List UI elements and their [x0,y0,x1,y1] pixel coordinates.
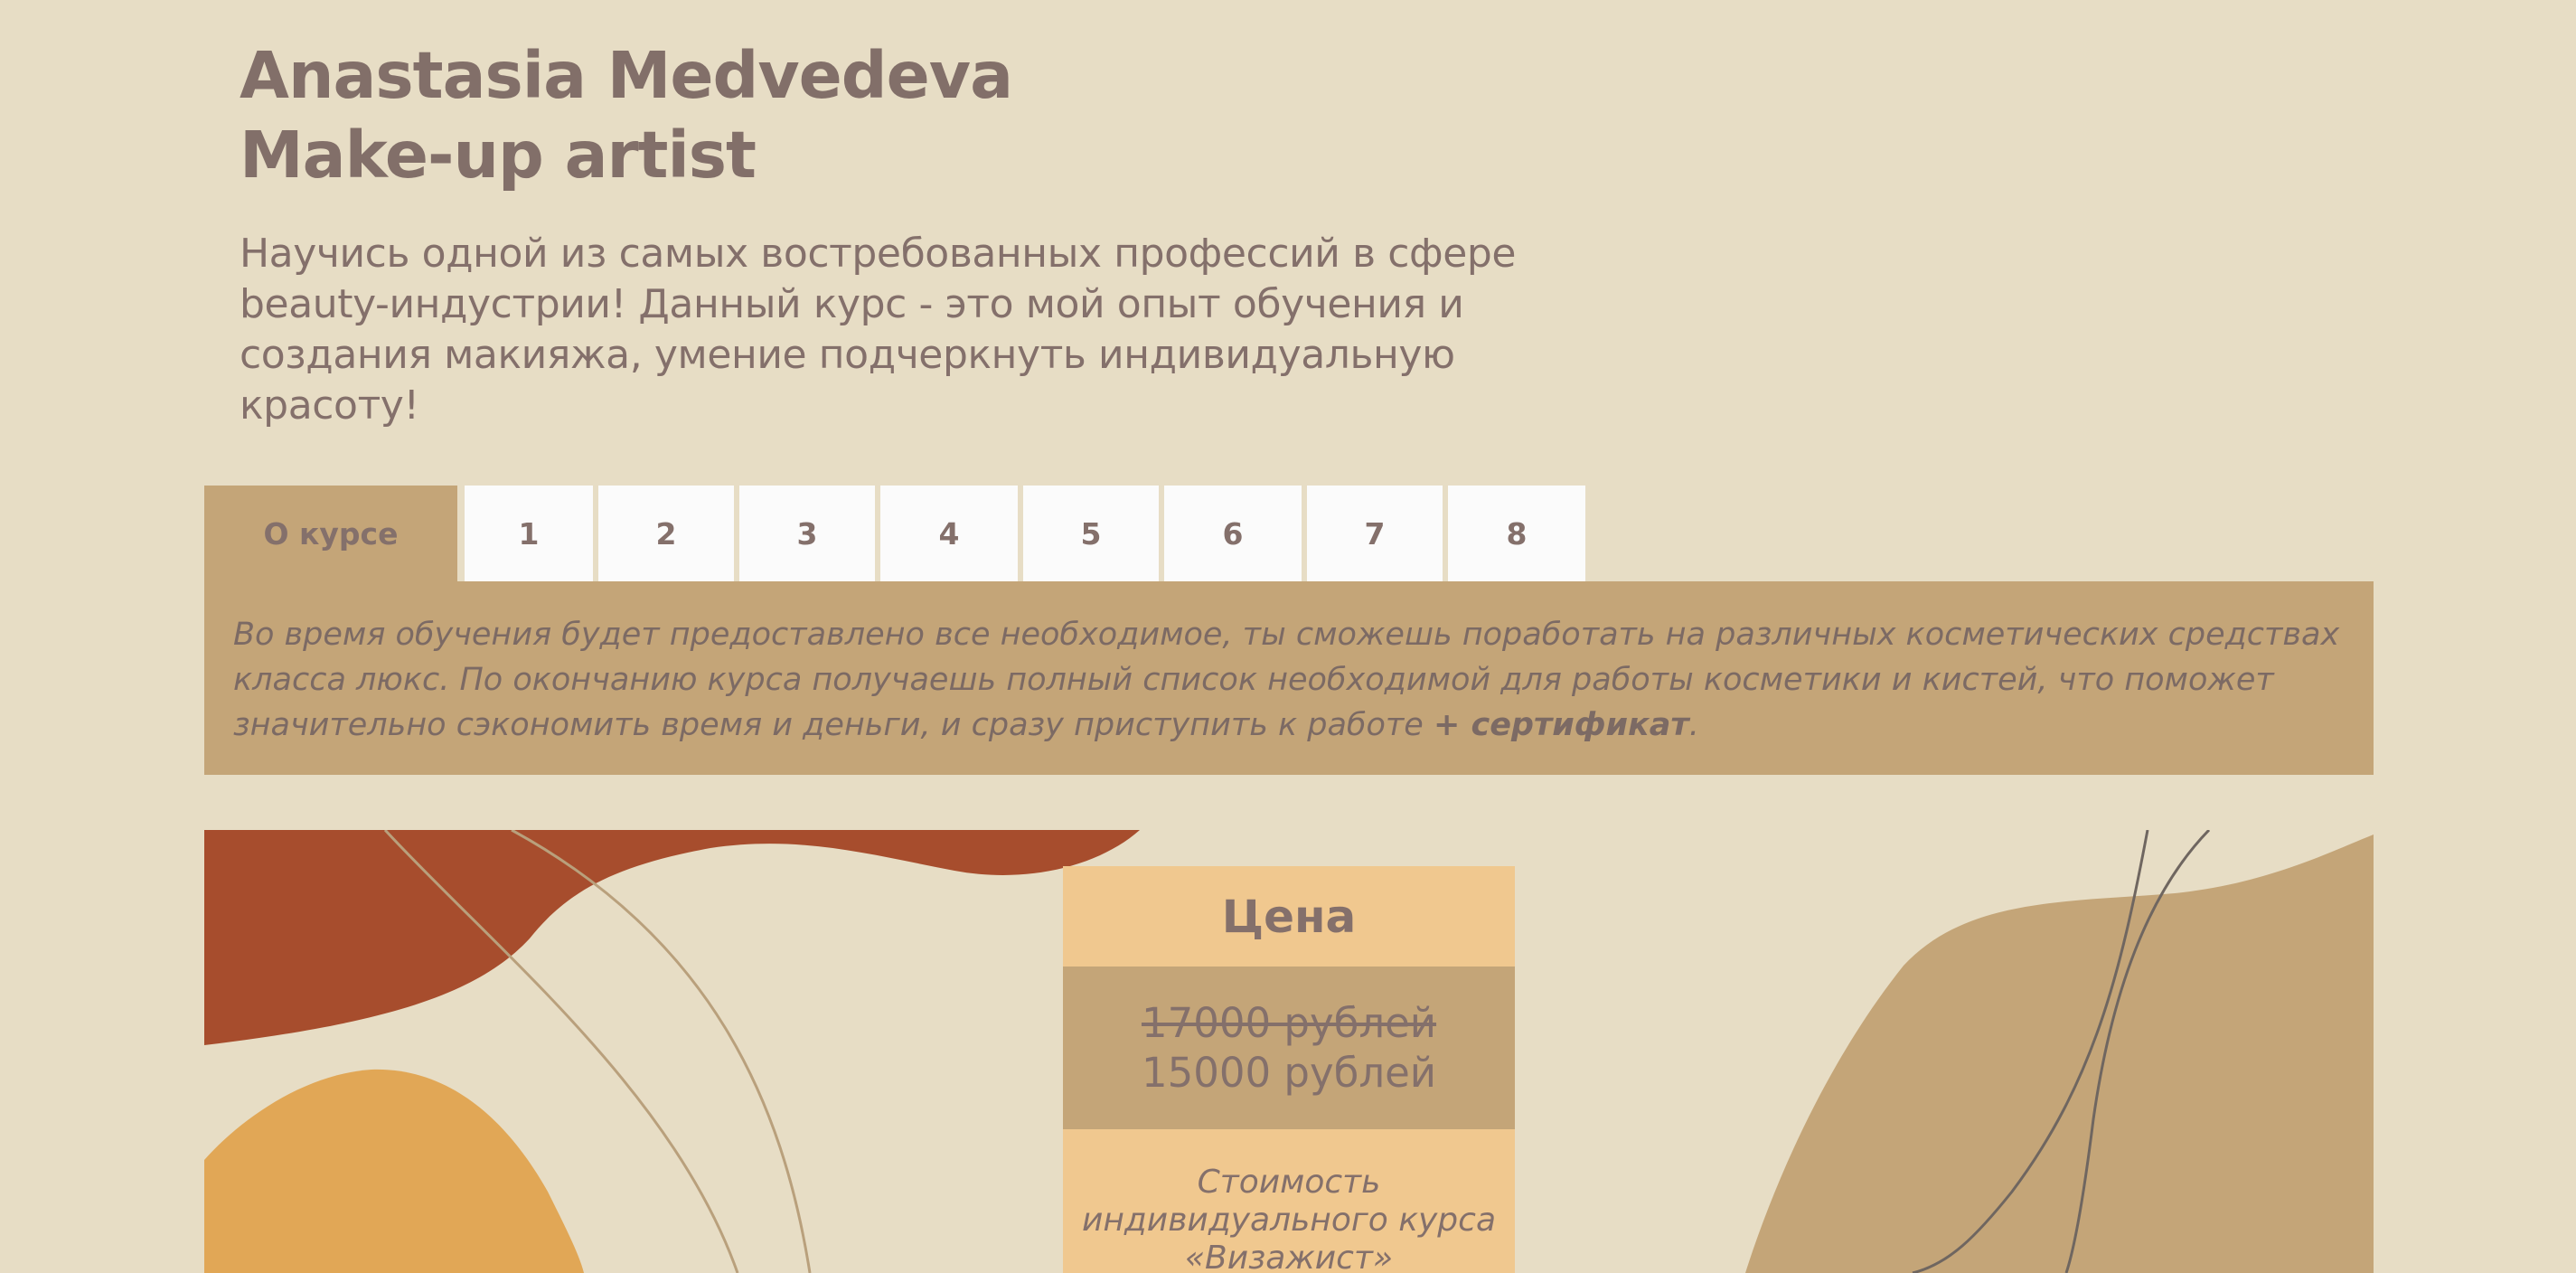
page-title: Anastasia Medvedeva Make-up artist [240,36,1013,195]
price-note-line1: Стоимость [1197,1164,1381,1201]
price-values: 17000 рублей 15000 рублей [1063,967,1515,1129]
new-price: 15000 рублей [1141,1049,1437,1097]
tab-4[interactable]: 4 [880,486,1018,581]
tab-about[interactable]: О курсе [204,486,457,581]
price-card: Цена 17000 рублей 15000 рублей Стоимость… [1063,866,1515,1273]
title-role: Make-up artist [240,118,757,193]
intro-text: Научись одной из самых востребованных пр… [240,231,1517,429]
tab-2[interactable]: 2 [598,486,734,581]
tab-5[interactable]: 5 [1023,486,1159,581]
title-name: Anastasia Medvedeva [240,38,1013,113]
tab-6[interactable]: 6 [1164,486,1302,581]
tan-blob [1745,835,2374,1273]
tab-8[interactable]: 8 [1448,486,1585,581]
about-end: . [1688,707,1699,743]
about-panel: Во время обучения будет предоставлено вс… [204,581,2374,775]
price-heading: Цена [1063,866,1515,967]
tab-7[interactable]: 7 [1307,486,1443,581]
certificate-highlight: + сертификат [1433,707,1689,743]
price-note-line3: «Визажист» [1184,1240,1394,1273]
tab-1[interactable]: 1 [465,486,593,581]
old-price: 17000 рублей [1141,999,1437,1047]
page: Anastasia Medvedeva Make-up artist Научи… [0,0,2576,1273]
price-note: Стоимость индивидуального курса «Визажис… [1063,1129,1515,1273]
about-text: Во время обучения будет предоставлено вс… [233,617,2340,743]
price-note-line2: индивидуального курса [1081,1202,1496,1239]
course-tabs: О курсе 1 2 3 4 5 6 7 8 [204,486,1591,581]
tab-3[interactable]: 3 [739,486,875,581]
rust-blob [204,830,1140,1045]
orange-blob [204,1069,584,1273]
